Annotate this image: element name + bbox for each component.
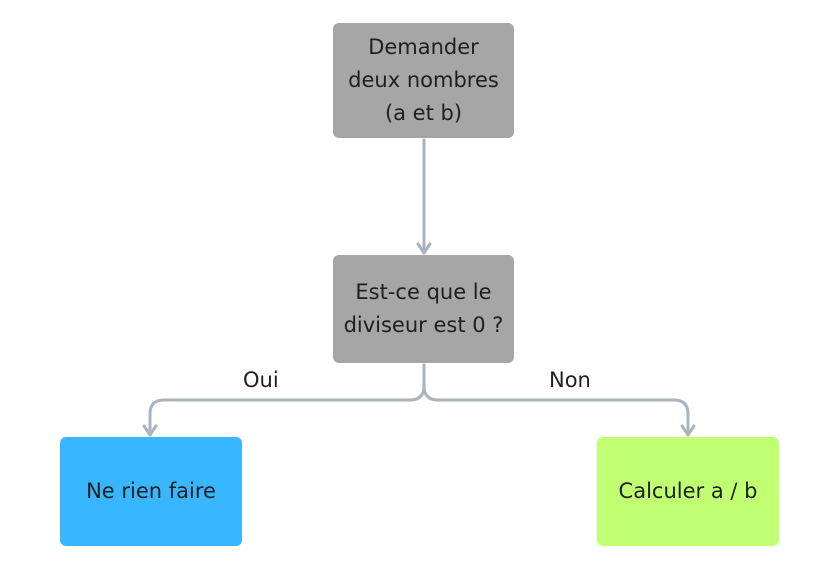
node-do-nothing: Ne rien faire <box>60 437 242 546</box>
node-input-line-3: (a et b) <box>384 101 463 125</box>
node-compute: Calculer a / b <box>597 437 779 546</box>
node-decision: Est-ce que le diviseur est 0 ? <box>333 255 514 363</box>
node-yes-line-1: Ne rien faire <box>86 479 216 503</box>
node-input-line-2: deux nombres <box>348 68 499 92</box>
connector-decision-to-yes <box>148 363 426 437</box>
node-input-request: Demander deux nombres (a et b) <box>333 23 514 138</box>
node-no-line-1: Calculer a / b <box>618 479 758 503</box>
node-decision-line-2: diviseur est 0 ? <box>343 313 504 337</box>
edge-label-no: Non <box>549 368 591 392</box>
edge-label-yes: Oui <box>243 368 279 392</box>
node-input-line-1: Demander <box>368 35 479 59</box>
connector-decision-to-no <box>422 384 690 437</box>
node-decision-line-1: Est-ce que le <box>355 280 492 304</box>
